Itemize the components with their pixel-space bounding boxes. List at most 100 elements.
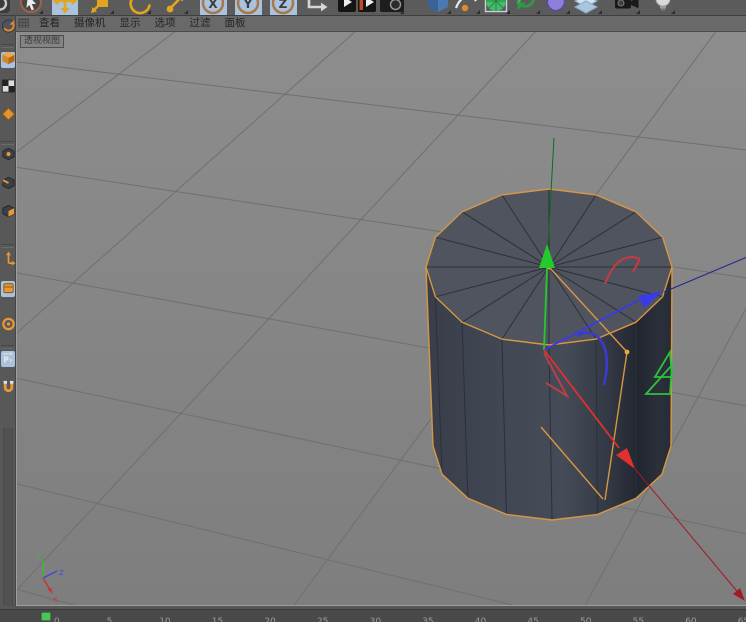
move-tool-icon (52, 0, 78, 15)
viewport-canvas[interactable]: Y Z X 透视视图 (16, 32, 746, 606)
frame-label: 50 (580, 617, 592, 622)
z-axis-extension (663, 256, 746, 293)
move-tool-button[interactable] (52, 0, 78, 15)
frame-label: 25 (317, 617, 329, 622)
frame-label: 10 (159, 617, 171, 622)
frame-label: 30 (369, 617, 382, 622)
menu-cameras[interactable]: 摄像机 (67, 15, 113, 31)
live-selection-tool-button[interactable] (18, 0, 44, 15)
last-used-tool-button[interactable] (163, 0, 189, 15)
add-camera-button[interactable] (613, 0, 641, 15)
menu-options[interactable]: 选项 (148, 15, 183, 31)
rotate-tool-button[interactable] (126, 0, 152, 15)
render-picture-viewer-icon (358, 0, 377, 15)
make-editable-button[interactable] (1, 19, 15, 36)
z-axis-lock-icon: Z (270, 0, 297, 15)
snap-settings-button[interactable]: P (1, 351, 15, 367)
svg-text:P: P (3, 356, 9, 365)
add-subdivision-surface-icon (483, 0, 511, 15)
frame-label: 0 (54, 617, 60, 622)
add-subdivision-surface-button[interactable] (483, 0, 511, 15)
add-volume-button[interactable] (543, 0, 571, 15)
undo-button[interactable] (0, 0, 12, 15)
current-frame-marker[interactable] (41, 612, 51, 621)
x-axis-lock-button[interactable]: X (200, 0, 227, 15)
texture-mode-button[interactable] (1, 78, 16, 98)
viewport-menu-bar: 查看 摄像机 显示 选项 过滤 面板 (16, 15, 746, 32)
add-generator-icon (513, 0, 541, 15)
edges-mode-icon (1, 175, 16, 195)
frame-label: 15 (211, 617, 224, 622)
workplane-mode-button[interactable] (1, 106, 16, 126)
undo-icon (0, 0, 12, 15)
axis-z-label: Z (59, 569, 64, 577)
snap-settings-icon: P (1, 349, 16, 369)
add-light-button[interactable] (650, 0, 676, 15)
polygons-mode-button[interactable] (1, 203, 16, 223)
viewport-solo-button[interactable] (1, 281, 15, 297)
timeline-ruler[interactable]: 0 5 10 15 20 25 30 35 40 45 50 55 60 65 (0, 609, 746, 622)
y-axis-lock-button[interactable]: Y (235, 0, 262, 15)
add-camera-icon (613, 0, 641, 15)
add-spline-icon (453, 0, 481, 15)
svg-text:X: X (208, 0, 218, 11)
frame-label: 5 (106, 617, 113, 622)
toolbar-separator (1, 141, 14, 145)
render-picture-viewer-button[interactable] (358, 0, 377, 15)
application-window: X Y Z 查看 摄像机 显示 选项 过滤 面板 P Y Z X 透视视图 0 5 10 15 20 25 3… (0, 0, 746, 622)
panel-grip-icon[interactable] (18, 18, 29, 28)
render-view-button[interactable] (338, 0, 357, 15)
scale-tool-button[interactable] (89, 0, 115, 15)
viewport-menu-items: 查看 摄像机 显示 选项 过滤 面板 (32, 15, 253, 31)
quantize-button[interactable] (1, 316, 16, 336)
add-spline-button[interactable] (453, 0, 481, 15)
add-light-icon (650, 0, 676, 15)
perspective-view[interactable]: Y Z X (17, 32, 746, 606)
workplane-mode-icon (1, 106, 16, 126)
svg-text:Z: Z (279, 0, 288, 11)
menu-display[interactable]: 显示 (113, 15, 148, 31)
menu-panel[interactable]: 面板 (218, 15, 253, 31)
add-generator-button[interactable] (513, 0, 541, 15)
frame-label: 35 (422, 617, 434, 622)
enable-axis-icon (1, 250, 16, 270)
toolbar-separator (1, 244, 14, 248)
frame-label: 20 (264, 617, 276, 622)
edges-mode-button[interactable] (1, 175, 16, 195)
rotate-tool-icon (126, 0, 152, 15)
add-cube-icon (425, 0, 452, 15)
axis-y-label: Y (35, 554, 41, 562)
world-axis-indicator: Y Z X (35, 554, 64, 604)
add-volume-icon (543, 0, 571, 15)
snap-toggle-button[interactable] (1, 379, 16, 399)
add-cube-button[interactable] (425, 0, 452, 15)
menu-view[interactable]: 查看 (32, 15, 67, 31)
frame-label: 55 (632, 617, 645, 622)
render-settings-icon (379, 0, 405, 15)
z-axis-lock-button[interactable]: Z (270, 0, 297, 15)
coordinate-system-icon (302, 0, 332, 15)
quantize-icon (1, 316, 16, 336)
toolbar-empty-track (3, 428, 13, 615)
points-mode-icon (1, 146, 16, 166)
cylinder-object[interactable] (425, 188, 673, 521)
enable-axis-button[interactable] (1, 250, 16, 270)
mode-toolbar: P (0, 15, 16, 615)
x-axis-extension (634, 468, 742, 597)
snap-toggle-icon (1, 379, 16, 399)
frame-label: 40 (474, 617, 487, 622)
polygons-mode-icon (1, 203, 16, 223)
bounding-handle[interactable] (624, 349, 630, 355)
render-settings-button[interactable] (379, 0, 405, 15)
points-mode-button[interactable] (1, 146, 16, 166)
frame-label: 45 (527, 617, 539, 622)
model-mode-button[interactable] (1, 51, 15, 68)
frame-label: 60 (685, 617, 697, 622)
x-axis-lock-icon: X (200, 0, 227, 15)
menu-filter[interactable]: 过滤 (183, 15, 218, 31)
view-label[interactable]: 透视视图 (20, 35, 65, 48)
add-floor-button[interactable] (573, 0, 603, 15)
coordinate-system-button[interactable] (302, 0, 332, 15)
texture-mode-icon (1, 78, 16, 98)
add-floor-icon (573, 0, 603, 15)
